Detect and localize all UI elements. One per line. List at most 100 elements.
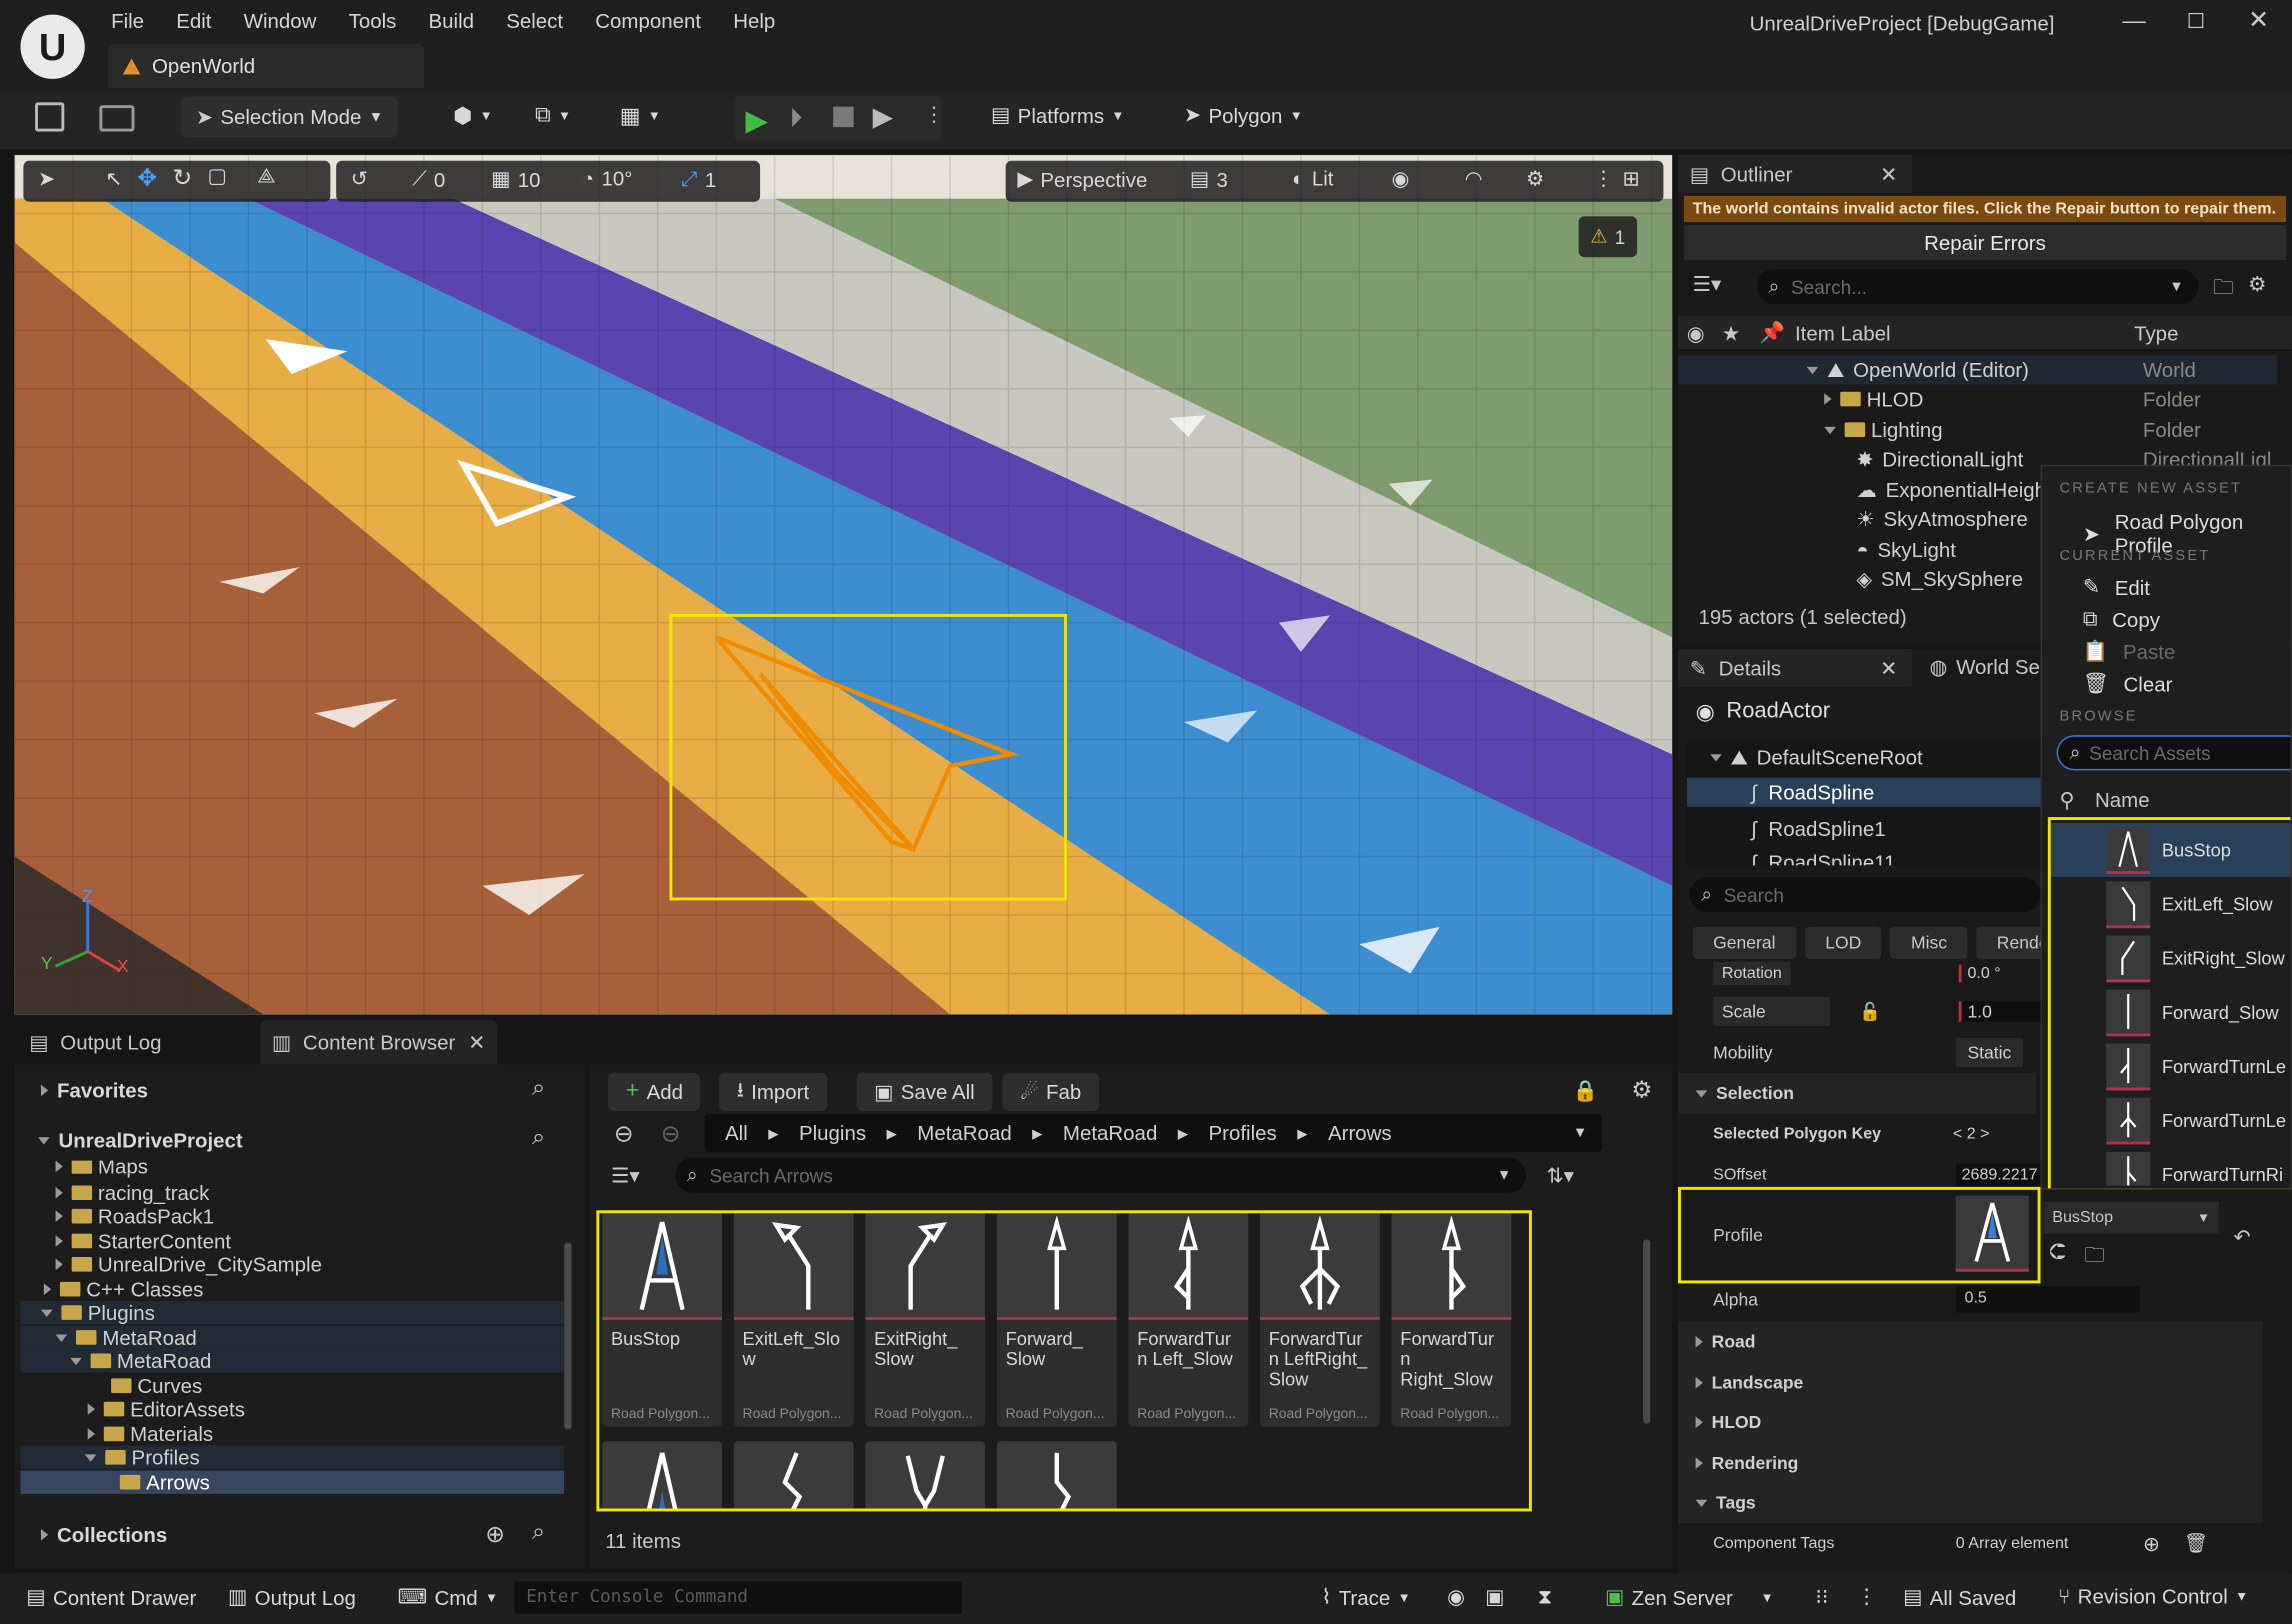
grid-scrollbar[interactable] [1642,1239,1651,1424]
menu-edit[interactable]: Edit [176,9,211,32]
add-folder-icon[interactable]: 🗀 [2213,272,2233,307]
blueprint-button[interactable]: ⧉ ▼ [535,102,571,127]
performance-button[interactable]: ◠ [1465,167,1483,192]
hourglass-icon[interactable]: ⧗ [1538,1584,1552,1609]
folder-row[interactable]: RoadsPack1 [20,1204,564,1228]
close-tab-icon[interactable]: ✕ [1880,162,1897,187]
section-hlod[interactable]: HLOD [1678,1401,2263,1443]
section-tags[interactable]: Tags [1678,1482,2263,1524]
search-icon[interactable]: ⌕ [532,1126,545,1152]
more-icon[interactable]: ⋮ [1856,1584,1876,1609]
favorites-header[interactable]: Favorites [40,1079,148,1102]
sort-icon[interactable]: ⇅▾ [1546,1164,1573,1189]
scale-dropdown[interactable]: Scale [1713,996,1831,1027]
breadcrumb-arrows[interactable]: Arrows [1328,1121,1392,1144]
menu-component[interactable]: Component [595,9,701,32]
zen-server-dropdown[interactable]: ▣ Zen Server ▼ [1605,1584,1774,1609]
add-actor-button[interactable]: ⬢ ▼ [453,102,493,129]
section-road[interactable]: Road [1678,1321,2263,1363]
browse-asset-icon[interactable]: 🗀 [2084,1240,2104,1275]
trash-icon[interactable]: 🗑 [2184,1532,2208,1555]
search-icon[interactable]: ⌕ [532,1520,545,1546]
folder-row[interactable]: MetaRoad [20,1325,565,1350]
import-button[interactable]: ⭳ Import [719,1072,827,1111]
browse-icon[interactable] [99,105,135,132]
paste-item[interactable]: 📋 Paste [2083,639,2175,664]
stop-icon[interactable] [833,106,854,128]
grid-snap-button[interactable]: ▦ 10 [491,167,540,192]
revision-control-dropdown[interactable]: ⑂ Revision Control ▼ [2058,1584,2248,1607]
menu-window[interactable]: Window [244,9,317,32]
clear-item[interactable]: 🗑 Clear [2083,671,2173,696]
folder-row[interactable]: C++ Classes [20,1278,564,1301]
chevron-down-icon[interactable]: ▼ [1573,1125,1587,1141]
forward-icon[interactable]: ⊖ [661,1120,681,1149]
item-label-header[interactable]: Item Label [1795,322,1891,345]
lit-dropdown[interactable]: ◐ Lit [1292,167,1333,190]
menu-select[interactable]: Select [506,9,563,32]
folder-row[interactable]: Materials [20,1422,564,1446]
back-icon[interactable]: ⊖ [614,1120,634,1149]
trace-dropdown[interactable]: ⌇ Trace ▼ [1321,1584,1410,1609]
move-tool-icon[interactable]: ✥ [137,164,157,193]
component-row[interactable]: ∫ RoadSpline11 [1687,848,2041,866]
fab-button[interactable]: ☄ Fab [1002,1072,1099,1111]
scale-value[interactable]: 1.0 [1958,1001,2041,1022]
all-saved-button[interactable]: ▤ All Saved [1903,1584,2016,1609]
mobility-value[interactable]: Static [1955,1037,2024,1068]
folder-row[interactable]: Arrows [20,1470,565,1494]
eye-icon[interactable]: ◉ [1687,322,1705,347]
show-flags-button[interactable]: ◉ [1392,167,1410,192]
scale-tool-icon[interactable]: ▢ [208,164,227,189]
menu-file[interactable]: File [111,9,144,32]
outliner-row[interactable]: ⛰ OpenWorld (Editor) World [1678,355,2278,385]
cinematics-button[interactable]: ▦ ▼ [620,102,661,129]
source-control-icon[interactable]: ⁝⁝ [1815,1584,1828,1609]
breadcrumb-all[interactable]: All [725,1121,748,1144]
menu-tools[interactable]: Tools [349,9,397,32]
scale-snap-button[interactable]: ⤢ 1 [681,167,716,192]
component-row[interactable]: ∫ RoadSpline [1686,777,2041,807]
filter-lod[interactable]: LOD [1804,926,1882,959]
breadcrumb-metaroad-inner[interactable]: MetaRoad [1063,1121,1157,1144]
gear-icon[interactable]: ⚙ [1631,1076,1652,1105]
level-tab[interactable]: OpenWorld [108,43,424,88]
section-landscape[interactable]: Landscape [1678,1362,2263,1404]
selection-mode-dropdown[interactable]: ➤ Selection Mode ▼ [181,96,398,138]
use-selected-icon[interactable]: ⮈ [2049,1240,2066,1265]
add-collection-icon[interactable]: ⊕ [485,1520,505,1549]
rotate-tool-icon[interactable]: ↻ [172,164,192,193]
save-icon[interactable] [35,102,65,132]
section-rendering[interactable]: Rendering [1678,1442,2263,1484]
folder-row[interactable]: StarterContent [20,1229,564,1253]
profile-thumbnail[interactable] [1955,1195,2029,1272]
unreal-logo-icon[interactable]: U [20,14,85,79]
platforms-dropdown[interactable]: ▤ Platforms ▼ [991,102,1124,127]
tree-scrollbar[interactable] [564,1242,572,1430]
breadcrumb-metaroad[interactable]: MetaRoad [917,1121,1011,1144]
asset-search[interactable]: ⌕ Search Assets [2056,735,2291,771]
project-header[interactable]: UnrealDriveProject [38,1128,243,1152]
viewport[interactable]: Z Y X ➤ ↖ ✥ ↻ ▢ ⟁ ↺ ⟋ 0 ▦ 10 ◔ 10° ⤢ 1 ▶ Pers… [14,154,1673,1015]
content-drawer-button[interactable]: ▤ Content Drawer [26,1584,196,1609]
component-row[interactable]: ∫ RoadSpline1 [1687,814,2041,843]
select-arrow-icon[interactable]: ↖ [105,167,122,192]
details-search[interactable]: ⌕ Search [1689,877,2041,913]
section-selection[interactable]: Selection [1678,1072,2037,1114]
world-settings-tab[interactable]: ◍ World Se [1929,655,2039,680]
collections-header[interactable]: Collections [40,1523,167,1546]
gear-icon[interactable]: ⚙ [2248,272,2266,297]
prop-value[interactable]: 0.0 ° [1958,964,2001,983]
folder-row[interactable]: racing_track [20,1181,564,1204]
outliner-tab[interactable]: ▤ Outliner ✕ [1678,154,1912,193]
output-log-button[interactable]: ▥ Output Log [228,1584,356,1609]
repair-errors-button[interactable]: Repair Errors [1683,225,2287,261]
name-column[interactable]: Name [2095,788,2150,813]
select-tool-icon[interactable]: ➤ [38,167,55,192]
perspective-dropdown[interactable]: ▶ Perspective [1017,167,1147,192]
details-tab[interactable]: ✎ Details ✕ [1678,648,1912,687]
filter-misc[interactable]: Misc [1890,926,1968,959]
folder-row[interactable]: Profiles [20,1445,565,1470]
maximize-icon[interactable]: ☐ [2187,9,2205,34]
angle-snap-button[interactable]: ◔ 10° [582,167,633,190]
